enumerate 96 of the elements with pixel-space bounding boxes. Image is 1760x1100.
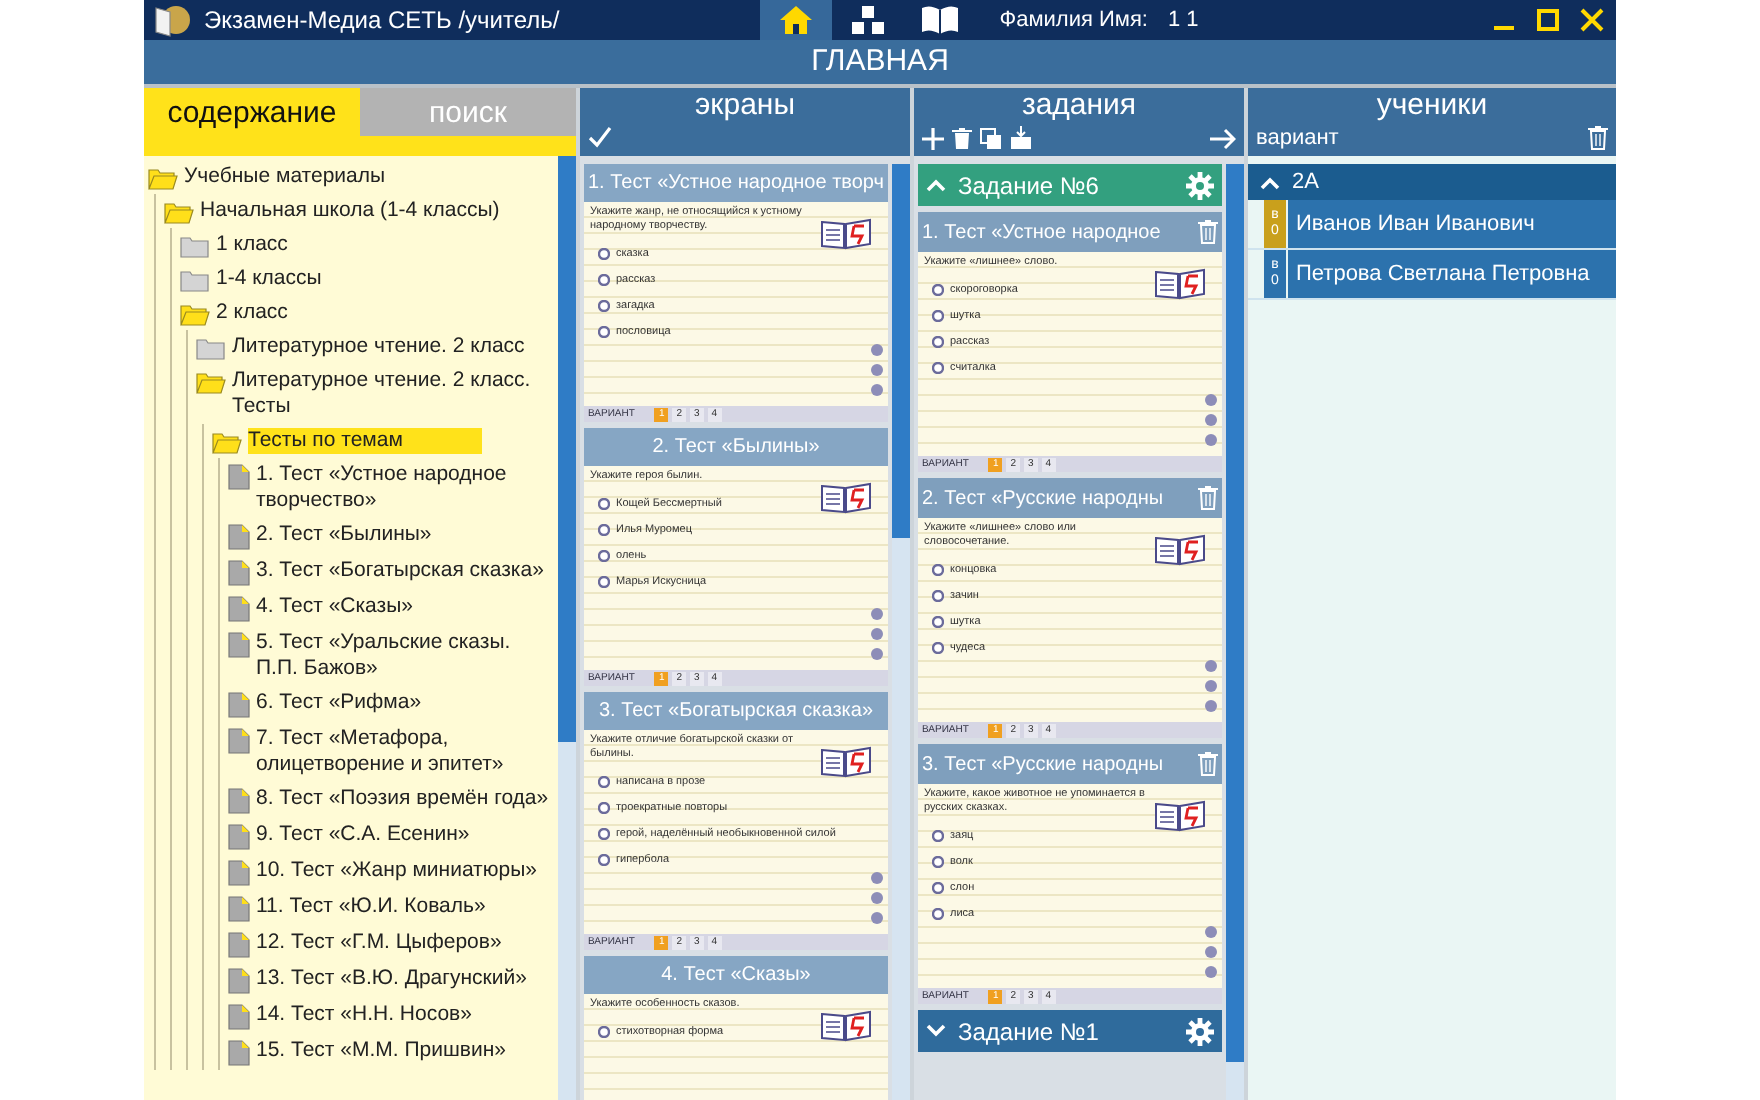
column-label: вариант bbox=[1256, 126, 1339, 150]
book-icon bbox=[1154, 534, 1206, 566]
trash-icon[interactable] bbox=[1198, 752, 1218, 776]
side-buttons-drawing bbox=[1204, 924, 1218, 980]
trash-icon[interactable] bbox=[952, 127, 972, 149]
settings-icon[interactable] bbox=[1186, 171, 1214, 199]
side-buttons-drawing bbox=[870, 870, 884, 926]
student-name[interactable]: Иванов Иван Иванович bbox=[1288, 200, 1616, 248]
trash-icon[interactable] bbox=[1588, 126, 1608, 150]
copy-icon[interactable] bbox=[980, 127, 1002, 149]
column-title: задания bbox=[1019, 88, 1139, 122]
maximize-icon[interactable] bbox=[1536, 8, 1560, 32]
radio-icon bbox=[932, 642, 944, 654]
radio-icon bbox=[932, 310, 944, 322]
radio-icon bbox=[598, 248, 610, 260]
task-title: 2. Тест «Русские народны bbox=[922, 487, 1164, 509]
radio-icon bbox=[932, 882, 944, 894]
check-icon[interactable] bbox=[588, 126, 612, 148]
hierarchy-icon bbox=[849, 4, 886, 36]
close-icon[interactable] bbox=[1580, 8, 1604, 32]
document-icon bbox=[228, 464, 250, 490]
book-icon bbox=[1154, 268, 1206, 300]
arrow-right-icon[interactable] bbox=[1210, 127, 1236, 149]
radio-icon bbox=[598, 576, 610, 588]
radio-icon bbox=[598, 326, 610, 338]
app-title: Экзамен-Медиа СЕТЬ /учитель/ bbox=[204, 6, 560, 34]
book-icon bbox=[820, 482, 872, 514]
task-group-title: Задание №1 bbox=[958, 1017, 1099, 1045]
document-icon bbox=[228, 632, 250, 658]
scrollbar[interactable] bbox=[558, 156, 576, 1100]
book-icon bbox=[820, 218, 872, 250]
document-icon bbox=[228, 932, 250, 958]
student-name[interactable]: Петрова Светлана Петровна bbox=[1288, 250, 1616, 298]
user-name: 1 1 bbox=[1167, 8, 1199, 32]
radio-icon bbox=[932, 908, 944, 920]
radio-icon bbox=[932, 284, 944, 296]
book-icon bbox=[1154, 800, 1206, 832]
document-icon bbox=[228, 596, 250, 622]
side-buttons-drawing bbox=[1204, 658, 1218, 714]
caret-icon bbox=[1260, 175, 1280, 189]
settings-icon[interactable] bbox=[1186, 1017, 1214, 1045]
trash-icon[interactable] bbox=[1198, 220, 1218, 244]
page-title: ГЛАВНАЯ bbox=[144, 40, 1616, 88]
side-buttons-drawing bbox=[1204, 392, 1218, 448]
scrollbar[interactable] bbox=[892, 164, 910, 1100]
radio-icon bbox=[598, 524, 610, 536]
radio-icon bbox=[598, 828, 610, 840]
document-icon bbox=[228, 524, 250, 550]
document-icon bbox=[228, 896, 250, 922]
document-icon bbox=[228, 968, 250, 994]
radio-icon bbox=[932, 362, 944, 374]
task-title: 3. Тест «Русские народны bbox=[922, 753, 1164, 775]
radio-icon bbox=[598, 498, 610, 510]
radio-icon bbox=[932, 590, 944, 602]
book-icon bbox=[820, 746, 872, 778]
caret-icon bbox=[926, 1024, 946, 1038]
scrollbar-thumb[interactable] bbox=[892, 164, 910, 539]
radio-icon bbox=[598, 854, 610, 866]
document-icon bbox=[228, 824, 250, 850]
radio-icon bbox=[932, 564, 944, 576]
logo-icon bbox=[152, 2, 192, 38]
document-icon bbox=[228, 560, 250, 586]
column-title: экраны bbox=[693, 88, 797, 122]
plus-icon[interactable] bbox=[922, 127, 944, 149]
document-icon bbox=[228, 1040, 250, 1066]
radio-icon bbox=[598, 776, 610, 788]
radio-icon bbox=[932, 856, 944, 868]
nav-button[interactable] bbox=[759, 0, 832, 40]
task-group-title: Задание №6 bbox=[958, 171, 1099, 199]
document-icon bbox=[228, 728, 250, 754]
home-icon bbox=[777, 4, 814, 36]
scrollbar-thumb[interactable] bbox=[558, 156, 576, 742]
radio-icon bbox=[932, 336, 944, 348]
radio-icon bbox=[598, 1026, 610, 1038]
task-group-header[interactable]: Задание №1 bbox=[918, 1010, 1222, 1052]
side-buttons-drawing bbox=[870, 342, 884, 398]
document-icon bbox=[228, 788, 250, 814]
user-label: Фамилия Имя: bbox=[999, 8, 1148, 32]
class-name: 2А bbox=[1292, 170, 1319, 194]
book-icon bbox=[820, 1010, 872, 1042]
radio-icon bbox=[598, 300, 610, 312]
class-group-header[interactable]: 2А bbox=[1248, 164, 1616, 200]
caret-icon bbox=[926, 178, 946, 192]
document-icon bbox=[228, 1004, 250, 1030]
document-icon bbox=[228, 692, 250, 718]
trash-icon[interactable] bbox=[1198, 486, 1218, 510]
radio-icon bbox=[932, 616, 944, 628]
radio-icon bbox=[598, 550, 610, 562]
radio-icon bbox=[932, 830, 944, 842]
document-icon bbox=[228, 860, 250, 886]
side-buttons-drawing bbox=[870, 606, 884, 662]
radio-icon bbox=[598, 802, 610, 814]
task-title: 1. Тест «Устное народное bbox=[922, 221, 1161, 243]
radio-icon bbox=[598, 274, 610, 286]
save-icon[interactable] bbox=[1010, 126, 1032, 150]
column-title: ученики bbox=[1374, 88, 1490, 122]
